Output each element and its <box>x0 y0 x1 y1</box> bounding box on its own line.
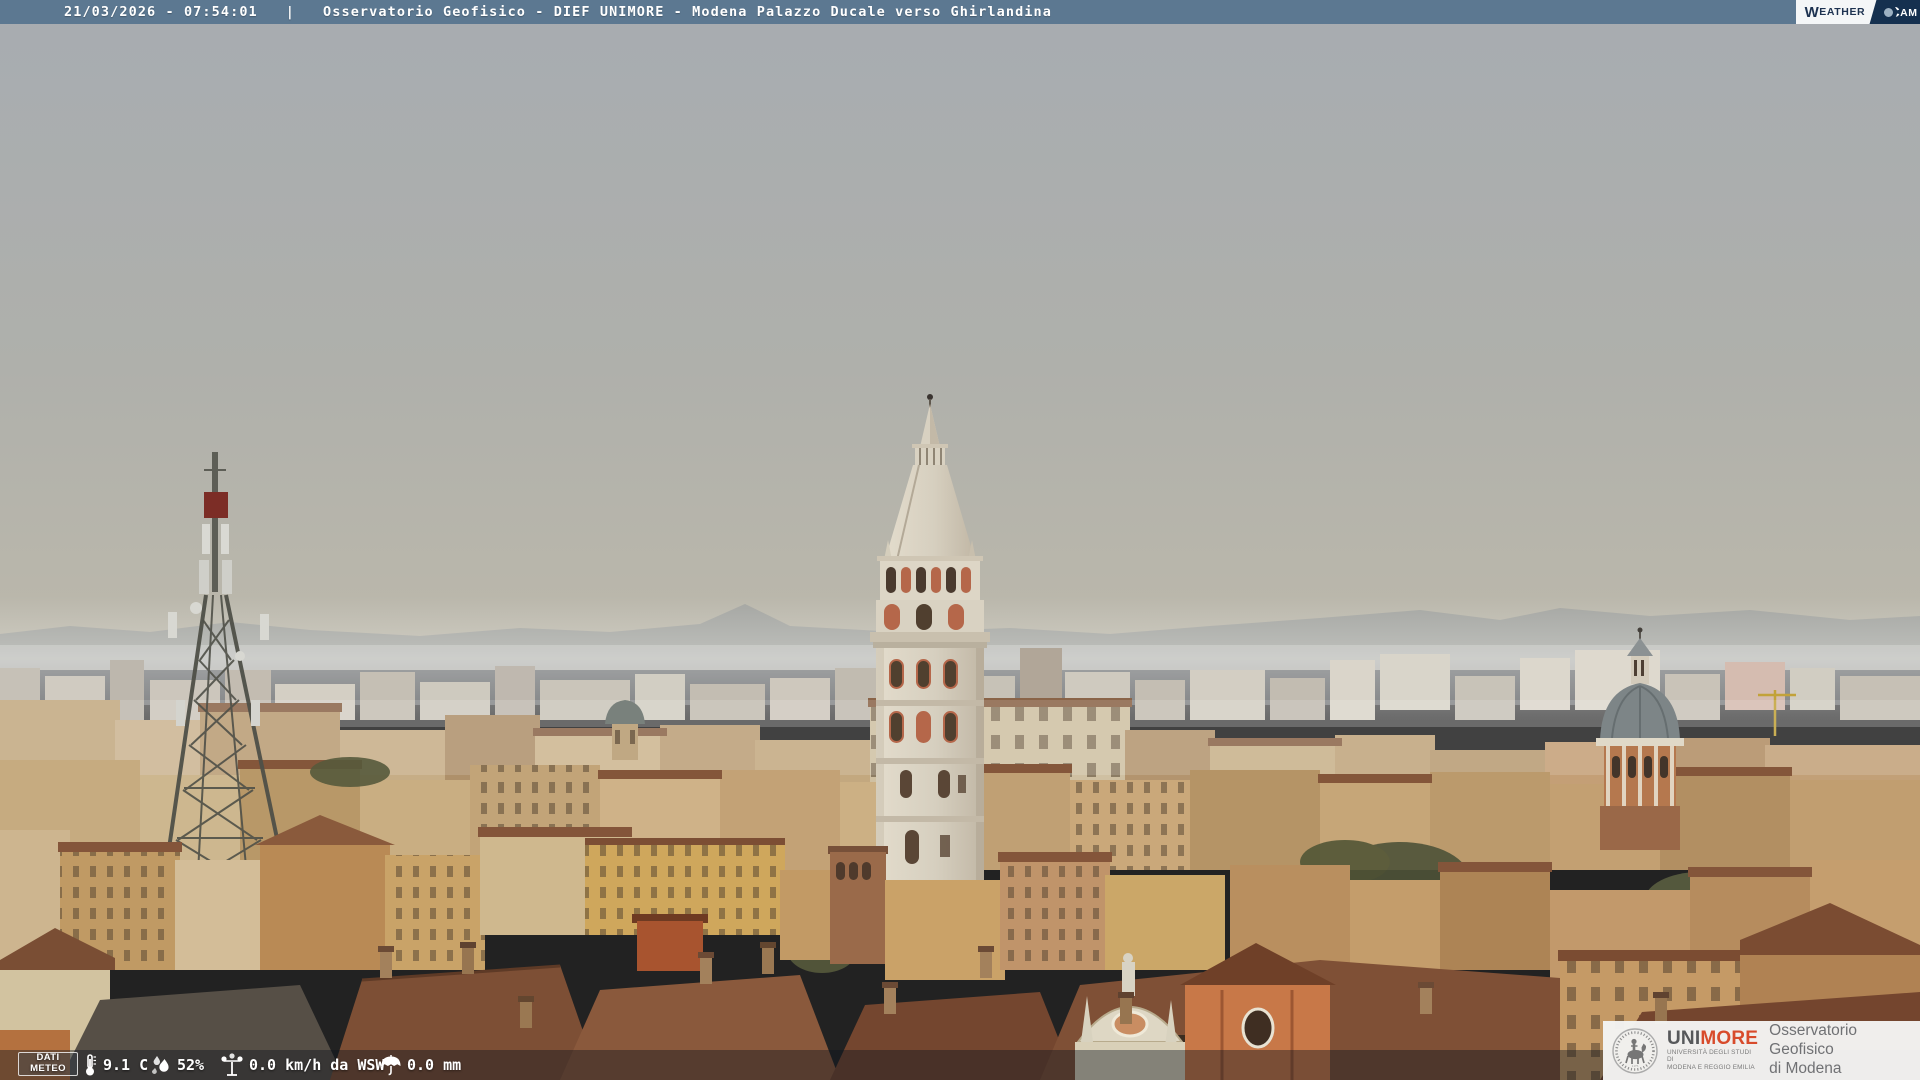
humidity-icon <box>152 1056 169 1074</box>
university-subtitle-line2: MODENA E REGGIO EMILIA <box>1667 1064 1755 1072</box>
svg-text:1175: 1175 <box>1632 1063 1639 1067</box>
observatory-name: Osservatorio Geofisico di Modena <box>1769 1022 1858 1077</box>
meteo-data-label: DATI METEO <box>18 1052 78 1076</box>
weathercam-icon <box>1879 4 1897 21</box>
university-subtitle-line1: UNIVERSITÀ DEGLI STUDI DI <box>1667 1049 1752 1063</box>
humidity-readout: 52% <box>150 1050 204 1080</box>
header-bar: 21/03/2026 - 07:54:01 | Osservatorio Geo… <box>0 0 1920 24</box>
timestamp: 21/03/2026 - 07:54:01 <box>64 4 258 20</box>
page-title: Osservatorio Geofisico - DIEF UNIMORE - … <box>323 4 1053 20</box>
wind-readout: 0.0 km/h da WSW <box>220 1050 384 1080</box>
anemometer-icon <box>221 1053 243 1076</box>
unimore-wordmark: UNIMORE UNIVERSITÀ DEGLI STUDI DI MODENA… <box>1667 1028 1759 1072</box>
rain-value: 0.0 mm <box>407 1056 462 1074</box>
webcam-photo <box>0 0 1920 1080</box>
header-separator: | <box>285 4 296 20</box>
temperature-value: 9.1 C <box>103 1056 149 1074</box>
unimore-branding: 1175 UNIMORE UNIVERSITÀ DEGLI STUDI DI M… <box>1603 1021 1920 1080</box>
temperature-readout: 9.1 C <box>82 1050 148 1080</box>
wind-value: 0.0 km/h da WSW <box>249 1056 385 1074</box>
webcam-page: 21/03/2026 - 07:54:01 | Osservatorio Geo… <box>0 0 1920 1080</box>
rain-readout: 0.0 mm <box>380 1050 461 1080</box>
weathercam-logo: WEATHER CAM <box>1795 0 1920 24</box>
thermometer-icon <box>86 1054 96 1076</box>
umbrella-icon <box>381 1055 401 1076</box>
unimore-seal-icon: 1175 <box>1612 1027 1658 1074</box>
humidity-value: 52% <box>177 1056 205 1074</box>
